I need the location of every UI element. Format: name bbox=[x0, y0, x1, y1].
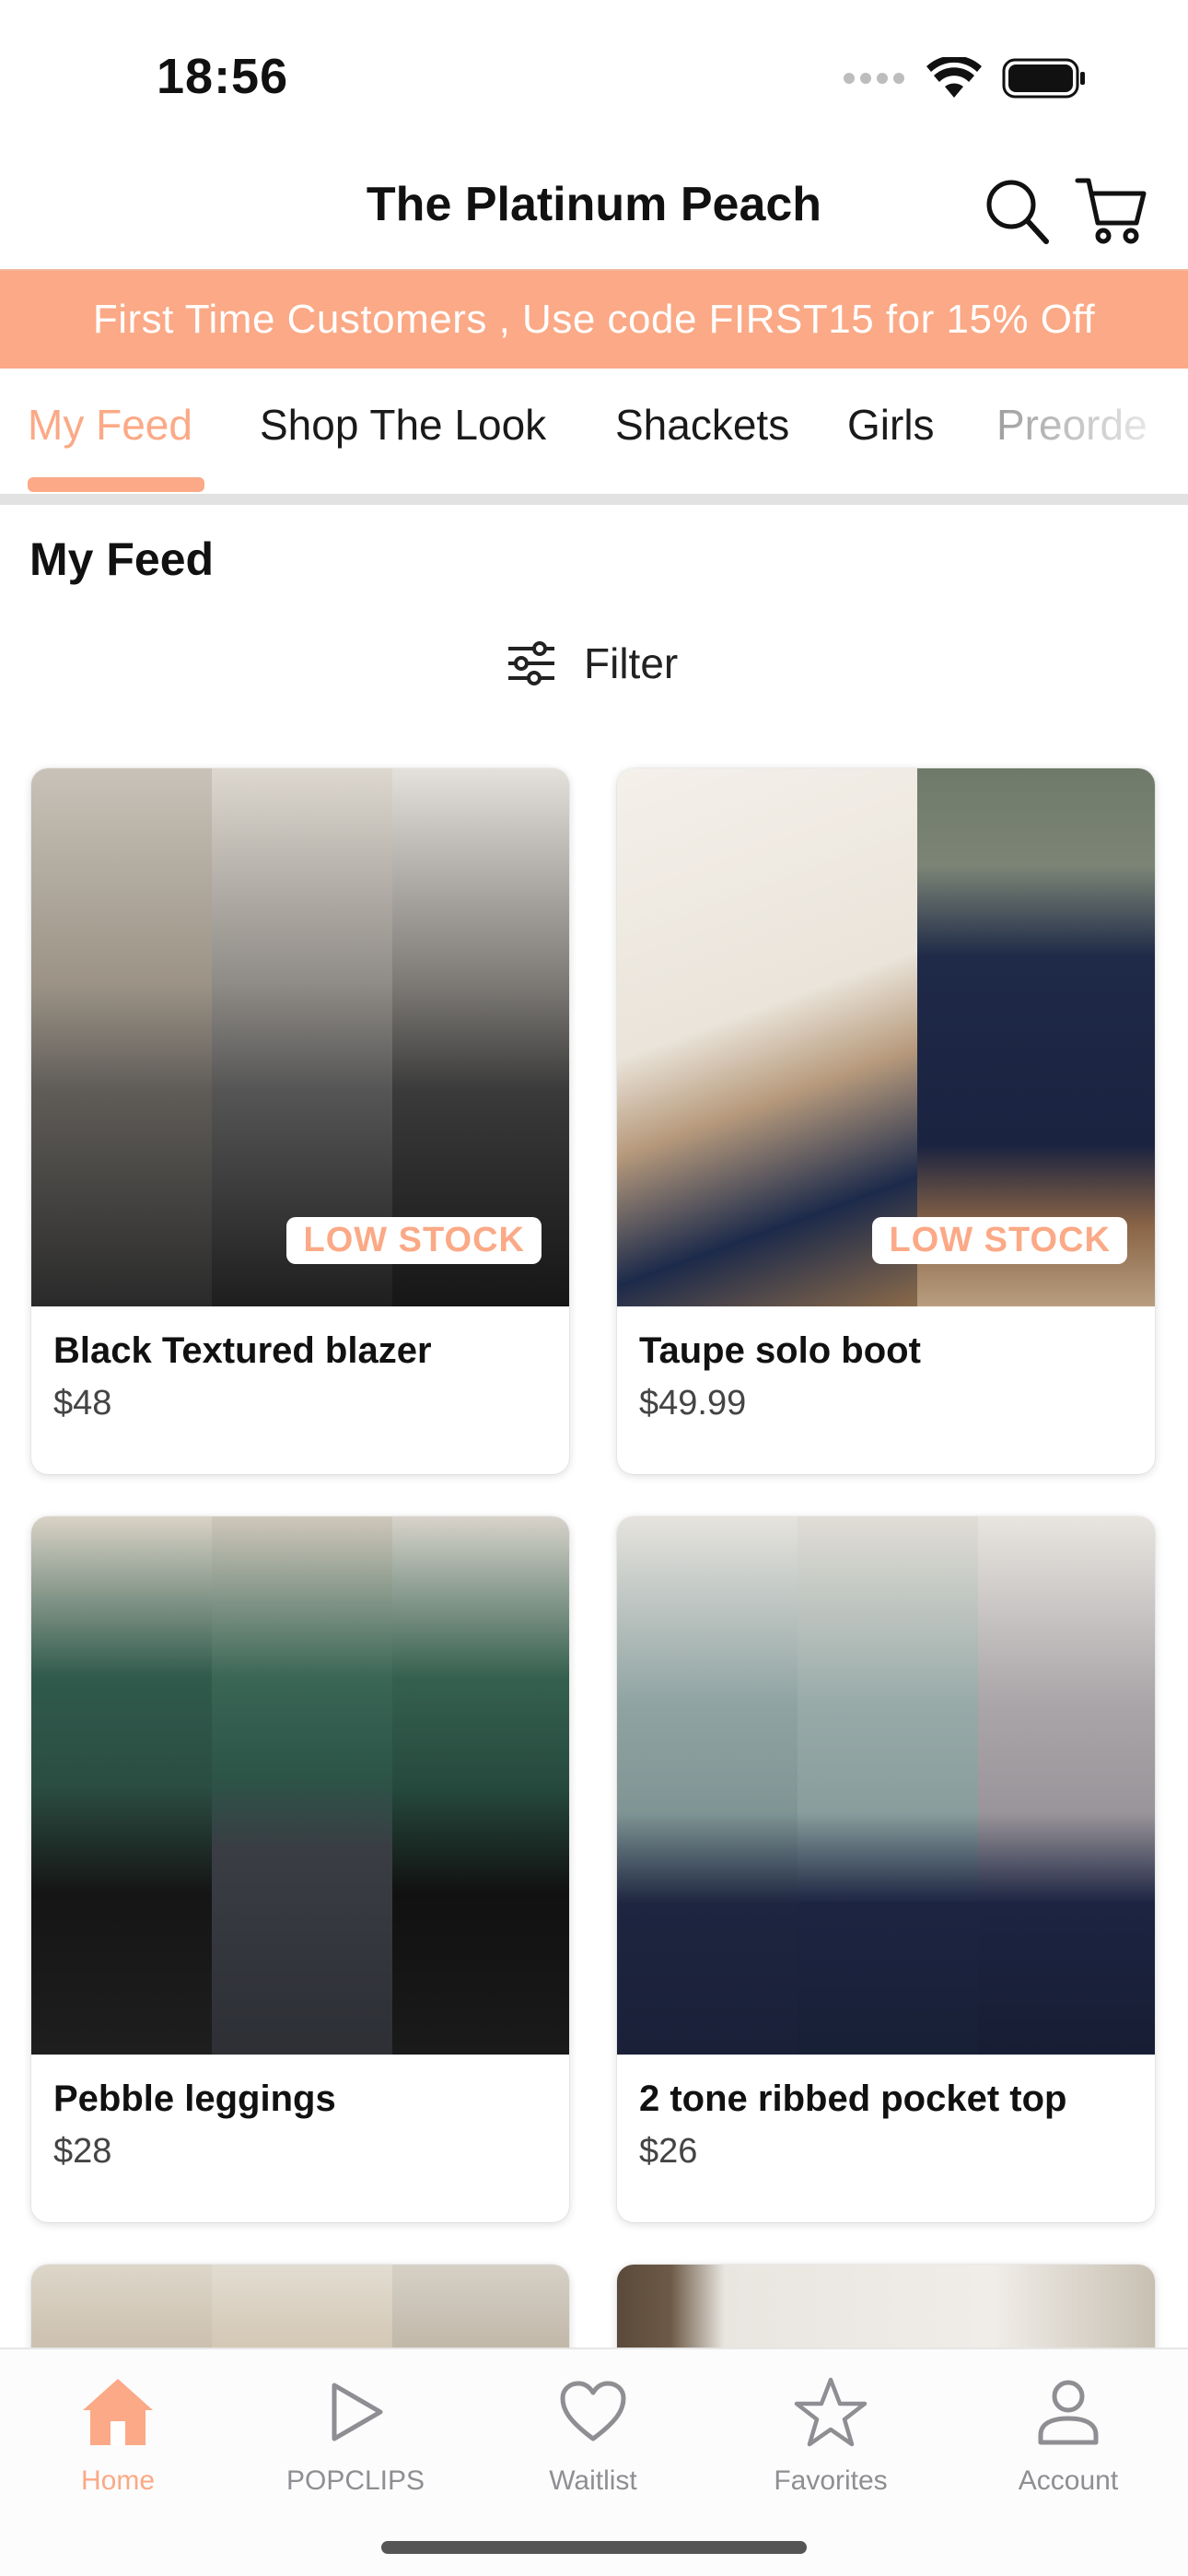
status-time: 18:56 bbox=[157, 49, 289, 104]
product-price: $26 bbox=[639, 2132, 698, 2171]
section-title: My Feed bbox=[29, 533, 215, 585]
person-icon bbox=[1038, 2380, 1099, 2445]
search-icon bbox=[986, 180, 1049, 244]
low-stock-badge: LOW STOCK bbox=[286, 1217, 542, 1264]
tab-girls[interactable]: Girls bbox=[847, 400, 935, 450]
product-image bbox=[617, 1516, 1155, 2055]
nav-label: Favorites bbox=[774, 2465, 888, 2496]
product-name: Black Textured blazer bbox=[53, 1330, 432, 1371]
product-card[interactable]: LOW STOCK Black Textured blazer $48 bbox=[31, 768, 569, 1474]
nav-label: POPCLIPS bbox=[285, 2465, 425, 2496]
status-icons bbox=[842, 57, 1087, 100]
play-icon bbox=[332, 2383, 383, 2441]
product-card[interactable]: Pebble leggings $28 bbox=[31, 1516, 569, 2222]
home-icon bbox=[83, 2379, 153, 2445]
product-image: LOW STOCK bbox=[617, 768, 1155, 1306]
product-name: 2 tone ribbed pocket top bbox=[639, 2078, 1067, 2119]
filter-label: Filter bbox=[584, 639, 679, 687]
tab-my-feed[interactable]: My Feed bbox=[28, 400, 192, 450]
promo-banner[interactable]: First Time Customers , Use code FIRST15 … bbox=[0, 269, 1188, 369]
low-stock-badge: LOW STOCK bbox=[872, 1217, 1127, 1264]
nav-account[interactable]: Account bbox=[967, 2368, 1170, 2497]
battery-icon bbox=[1002, 58, 1085, 99]
filter-sliders-icon bbox=[508, 641, 554, 685]
tab-shop-the-look[interactable]: Shop The Look bbox=[260, 400, 546, 450]
tab-preorder[interactable]: Preorde bbox=[996, 400, 1147, 450]
category-tabs: My Feed Shop The Look Shackets Girls Pre… bbox=[0, 369, 1188, 505]
nav-label: Account bbox=[1018, 2465, 1119, 2496]
cellular-signal-icon bbox=[844, 73, 904, 84]
cart-icon bbox=[1075, 178, 1147, 244]
product-image: LOW STOCK bbox=[31, 768, 569, 1306]
product-price: $48 bbox=[53, 1384, 112, 1423]
tab-shackets[interactable]: Shackets bbox=[615, 400, 789, 450]
product-card[interactable]: LOW STOCK Taupe solo boot $49.99 bbox=[617, 768, 1155, 1474]
app-header: The Platinum Peach bbox=[0, 157, 1188, 269]
active-tab-indicator bbox=[28, 477, 204, 492]
promo-text: First Time Customers , Use code FIRST15 … bbox=[92, 297, 1096, 342]
heart-icon bbox=[560, 2381, 626, 2441]
wifi-icon bbox=[926, 57, 982, 98]
product-card[interactable]: 2 tone ribbed pocket top $26 bbox=[617, 1516, 1155, 2222]
home-indicator bbox=[381, 2541, 807, 2554]
nav-favorites[interactable]: Favorites bbox=[729, 2368, 932, 2497]
tabs-divider bbox=[0, 494, 1188, 505]
search-button[interactable] bbox=[984, 177, 1050, 247]
filter-button[interactable]: Filter bbox=[507, 632, 678, 695]
nav-popclips[interactable]: POPCLIPS bbox=[254, 2368, 457, 2497]
status-bar: 18:56 bbox=[0, 0, 1188, 157]
product-price: $28 bbox=[53, 2132, 112, 2171]
nav-home[interactable]: Home bbox=[17, 2368, 219, 2497]
nav-waitlist[interactable]: Waitlist bbox=[492, 2368, 694, 2497]
product-name: Pebble leggings bbox=[53, 2078, 336, 2119]
star-icon bbox=[794, 2377, 868, 2447]
nav-label: Home bbox=[80, 2465, 156, 2496]
product-image bbox=[31, 1516, 569, 2055]
nav-label: Waitlist bbox=[549, 2465, 637, 2496]
product-name: Taupe solo boot bbox=[639, 1330, 921, 1371]
cart-button[interactable] bbox=[1074, 173, 1147, 247]
product-price: $49.99 bbox=[639, 1384, 747, 1423]
